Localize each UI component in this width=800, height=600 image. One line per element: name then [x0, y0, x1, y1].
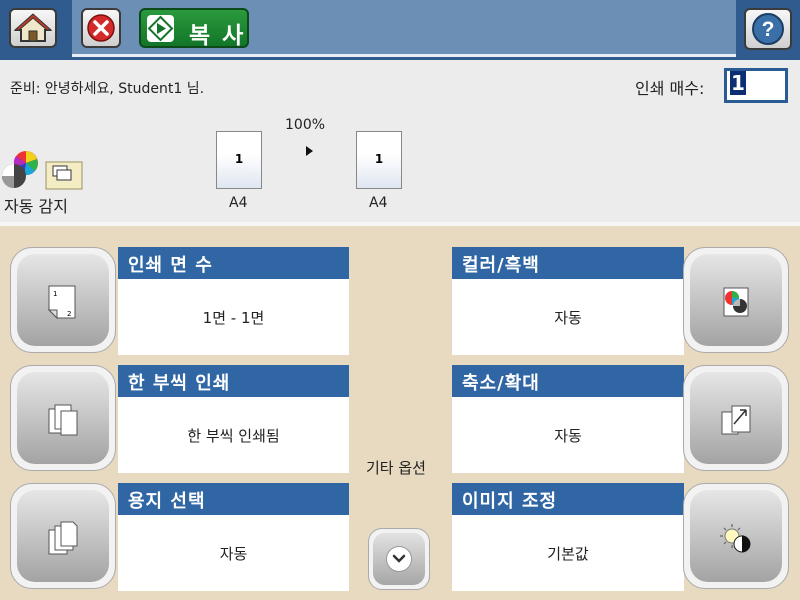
status-panel: 준비: 안녕하세요, Student1 님. 인쇄 매수: 1 100% 1 1…: [0, 60, 800, 226]
image-adjust-title: 이미지 조정: [452, 483, 684, 515]
scan-original-icon: [45, 161, 83, 190]
other-options-button[interactable]: [368, 528, 430, 590]
stop-icon: [87, 14, 115, 42]
original-size: A4: [229, 195, 248, 211]
collate-value[interactable]: 한 부씩 인쇄됨: [118, 397, 349, 473]
collate-title: 한 부씩 인쇄: [118, 365, 349, 397]
color-value[interactable]: 자동: [452, 279, 684, 355]
color-wheel-icon: [2, 151, 38, 188]
arrow-right-icon: [306, 146, 313, 156]
copy-start-button[interactable]: 복 사: [139, 8, 249, 49]
chevron-down-icon: [392, 554, 406, 563]
other-options-label: 기타 옵션: [366, 459, 426, 477]
reduce-value[interactable]: 자동: [452, 397, 684, 473]
paper-value[interactable]: 자동: [118, 515, 349, 591]
image-adjust-value[interactable]: 기본값: [452, 515, 684, 591]
output-page-number: 1: [374, 152, 384, 166]
svg-text:2: 2: [67, 310, 71, 318]
paper-stack-icon: [48, 521, 78, 555]
copies-input[interactable]: 1: [724, 68, 788, 103]
ready-status: 준비: 안녕하세요, Student1 님.: [10, 81, 205, 97]
paper-title: 용지 선택: [118, 483, 349, 515]
zoom-level: 100%: [285, 117, 326, 133]
stop-button[interactable]: [81, 8, 121, 48]
color-button[interactable]: [683, 247, 789, 353]
copy-label: 복 사: [189, 23, 246, 49]
copies-value: 1: [730, 71, 746, 95]
help-icon: ?: [752, 13, 784, 45]
brightness-contrast-icon: [720, 524, 751, 553]
sides-button[interactable]: 1 2: [10, 247, 116, 353]
sides-title: 인쇄 면 수: [118, 247, 349, 279]
reduce-title: 축소/확대: [452, 365, 684, 397]
color-mode-label: 자동 감지: [4, 197, 68, 216]
collate-button[interactable]: [10, 365, 116, 471]
original-page-icon: 1: [216, 131, 262, 189]
reduce-enlarge-button[interactable]: [683, 365, 789, 471]
resize-icon: [721, 405, 751, 435]
home-button[interactable]: [9, 8, 57, 48]
copies-label: 인쇄 매수:: [635, 79, 705, 98]
start-icon: [147, 15, 174, 42]
image-adjust-button[interactable]: [683, 483, 789, 589]
help-button[interactable]: ?: [744, 8, 792, 50]
home-icon: [13, 13, 53, 42]
sides-value[interactable]: 1면 - 1면: [118, 279, 349, 355]
duplex-icon: 1 2: [47, 285, 76, 320]
original-page-number: 1: [234, 152, 244, 166]
color-mode-icon: [723, 287, 749, 317]
color-title: 컬러/흑백: [452, 247, 684, 279]
svg-text:?: ?: [762, 18, 775, 41]
collate-icon: [48, 404, 78, 436]
paper-select-button[interactable]: [10, 483, 116, 589]
output-size: A4: [369, 195, 388, 211]
output-page-icon: 1: [356, 131, 402, 189]
svg-text:1: 1: [53, 290, 57, 298]
